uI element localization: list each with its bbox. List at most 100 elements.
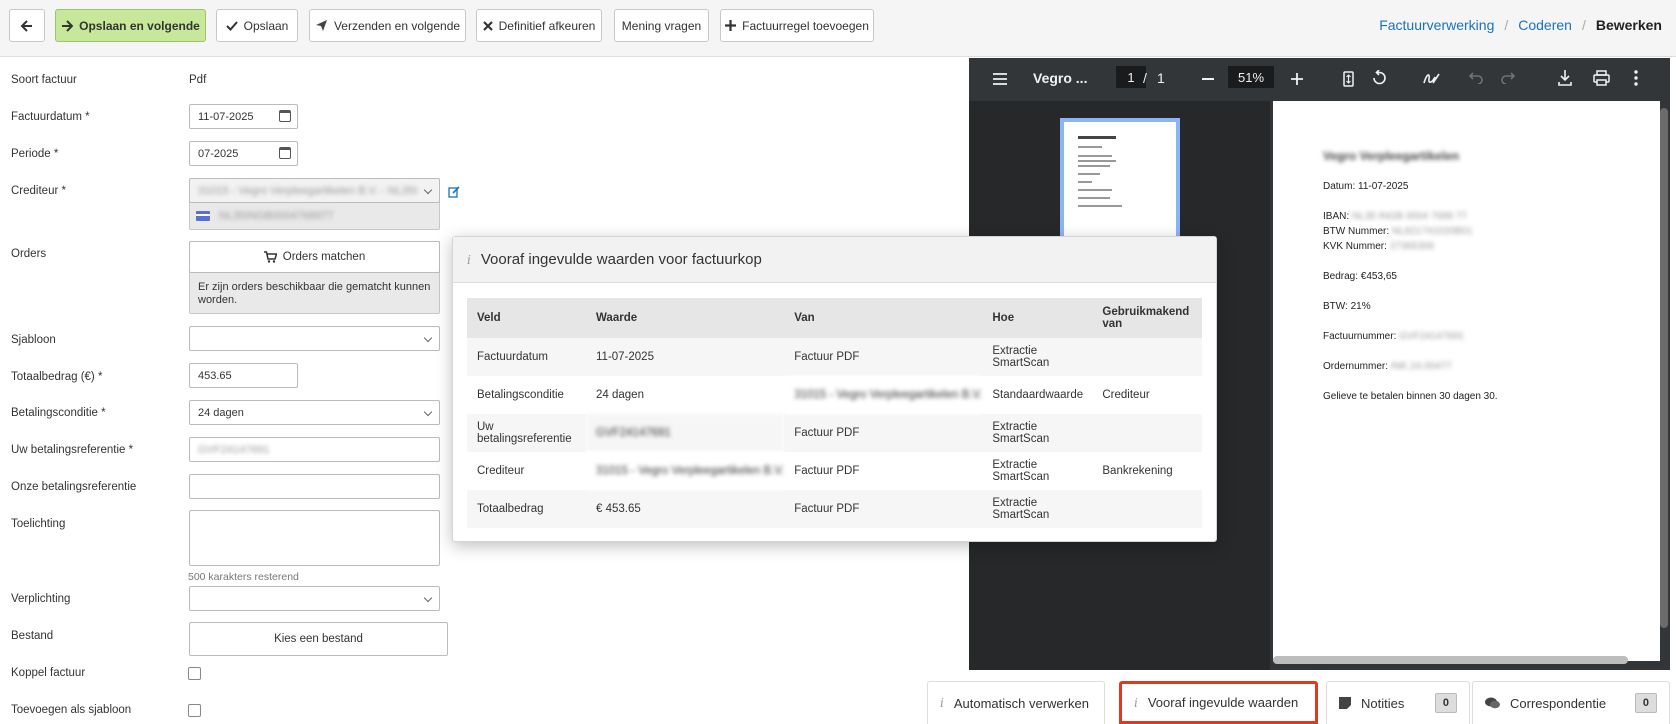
link-invoice-checkbox[interactable] [188, 667, 201, 680]
column-header: Waarde [586, 298, 785, 338]
cell-veld: Betalingsconditie [467, 376, 586, 414]
file-label: Bestand [11, 630, 54, 642]
fit-page-icon[interactable] [1343, 71, 1354, 87]
cell-gebruik [1092, 338, 1202, 376]
pdf-toolbar: Vegro ... 1 / 1 51% [969, 58, 1670, 101]
rotate-icon[interactable] [1371, 70, 1388, 87]
cell-waarde: € 453.65 [586, 490, 785, 528]
breadcrumb: Factuurverwerking / Coderen / Bewerken [1379, 17, 1662, 33]
more-options-icon[interactable] [1634, 70, 1638, 86]
table-row: Factuurdatum 11-07-2025 Factuur PDF Extr… [467, 338, 1202, 376]
table-row: Crediteur 31015 - Vegro Verpleegartikele… [467, 452, 1202, 490]
horizontal-scrollbar[interactable] [1273, 656, 1628, 664]
calendar-icon[interactable] [279, 147, 291, 159]
zoom-out-icon[interactable] [1202, 78, 1214, 80]
calendar-icon[interactable] [279, 110, 291, 122]
table-row: Totaalbedrag € 453.65 Factuur PDF Extrac… [467, 490, 1202, 528]
info-icon: i [1134, 695, 1138, 710]
correspondence-count-badge: 0 [1634, 693, 1657, 713]
notes-count-badge: 0 [1434, 693, 1457, 713]
vertical-scrollbar[interactable] [1660, 108, 1668, 628]
period-label: Periode * [11, 148, 59, 160]
note-label: Toelichting [11, 518, 66, 530]
draw-icon[interactable] [1423, 71, 1440, 86]
tab-notes[interactable]: Notities 0 [1326, 681, 1470, 724]
column-header: Van [784, 298, 983, 338]
arrow-left-icon [20, 19, 32, 32]
invoice-type-value: Pdf [189, 74, 207, 86]
cell-van: Factuur PDF [784, 338, 983, 376]
popover-header: i Vooraf ingevulde waarden voor factuurk… [453, 237, 1216, 283]
tab-prefilled-values[interactable]: i Vooraf ingevulde waarden [1119, 681, 1318, 724]
total-amount-label: Totaalbedrag (€) * [11, 371, 103, 383]
orders-match-label: Orders matchen [282, 251, 366, 263]
note-textarea[interactable] [189, 510, 440, 566]
add-invoice-line-button[interactable]: Factuurregel toevoegen [720, 9, 874, 42]
our-payment-reference-field[interactable] [189, 474, 440, 499]
creditor-label: Crediteur * [11, 185, 66, 197]
breadcrumb-factuurverwerking[interactable]: Factuurverwerking [1379, 17, 1494, 33]
page-count: 1 [1157, 70, 1165, 86]
cell-gebruik [1092, 414, 1202, 452]
pdf-order-number: Ordernummer: INK.24.00477 [1323, 361, 1452, 372]
zoom-in-icon[interactable] [1291, 73, 1303, 85]
save-and-next-button[interactable]: Opslaan en volgende [55, 9, 206, 42]
table-row: Uw betalingsreferentie GVF24147691 Factu… [467, 414, 1202, 452]
column-header: Gebruikmakend van [1092, 298, 1202, 338]
send-and-next-button[interactable]: Verzenden en volgende [309, 9, 466, 42]
reject-button[interactable]: Definitief afkeuren [476, 9, 602, 42]
template-select[interactable] [189, 326, 440, 351]
cell-gebruik: Bankrekening [1092, 452, 1202, 490]
page-number-input[interactable]: 1 [1116, 66, 1146, 88]
breadcrumb-current: Bewerken [1595, 17, 1662, 33]
orders-match-button[interactable]: Orders matchen [189, 241, 440, 273]
arrow-right-icon [62, 19, 74, 32]
cell-hoe: Extractie SmartScan [982, 338, 1093, 376]
cell-van: Factuur PDF [784, 452, 983, 490]
iban-value: NL35INGB0004768977 [219, 210, 334, 222]
cell-gebruik [1092, 490, 1202, 528]
prefilled-values-popover: i Vooraf ingevulde waarden voor factuurk… [452, 236, 1217, 542]
column-header: Hoe [982, 298, 1093, 338]
invoice-date-value: 11-07-2025 [198, 110, 254, 123]
payment-terms-select[interactable]: 24 dagen [189, 400, 440, 425]
cell-waarde: 11-07-2025 [586, 338, 785, 376]
tab-prefilled-values-label: Vooraf ingevulde waarden [1147, 695, 1299, 710]
redo-icon[interactable] [1501, 72, 1515, 84]
undo-icon[interactable] [1469, 72, 1483, 84]
choose-file-button[interactable]: Kies een bestand [189, 622, 448, 656]
print-icon[interactable] [1593, 70, 1610, 86]
cell-veld: Uw betalingsreferentie [467, 414, 586, 452]
pdf-amount: Bedrag: €453,65 [1323, 271, 1397, 282]
download-icon[interactable] [1558, 70, 1572, 86]
menu-icon[interactable] [993, 73, 1007, 85]
pdf-title: Vegro ... [1033, 70, 1088, 86]
ask-opinion-button[interactable]: Mening vragen [614, 9, 709, 42]
obligation-select[interactable] [189, 586, 440, 611]
edit-icon[interactable] [448, 186, 460, 198]
pdf-vat: BTW: 21% [1323, 301, 1371, 312]
cart-icon [263, 251, 277, 263]
zoom-level[interactable]: 51% [1228, 66, 1274, 88]
invoice-date-field[interactable]: 11-07-2025 [189, 104, 298, 129]
breadcrumb-coderen[interactable]: Coderen [1518, 17, 1572, 33]
sticky-note-icon [1339, 697, 1351, 709]
back-button[interactable] [9, 9, 45, 42]
tab-auto-process[interactable]: i Automatisch verwerken [927, 681, 1105, 724]
choose-file-label: Kies een bestand [274, 633, 363, 645]
period-field[interactable]: 07-2025 [189, 141, 298, 166]
our-payment-reference-label: Onze betalingsreferentie [11, 481, 137, 493]
creditor-group: 31015 - Vegro Verpleegartikelen B.V. - N… [189, 178, 440, 230]
your-payment-reference-field[interactable]: GVF24147691 [189, 437, 440, 462]
creditor-select[interactable]: 31015 - Vegro Verpleegartikelen B.V. - N… [189, 178, 440, 203]
cell-gebruik: Crediteur [1092, 376, 1202, 414]
cell-veld: Crediteur [467, 452, 586, 490]
bank-card-icon [196, 211, 210, 221]
save-button[interactable]: Opslaan [216, 9, 298, 42]
tab-correspondence[interactable]: Correspondentie 0 [1472, 681, 1670, 724]
add-as-template-checkbox[interactable] [188, 704, 201, 717]
cell-waarde: GVF24147691 [586, 414, 785, 452]
pdf-payment-instruction: Gelieve te betalen binnen 30 dagen 30. [1323, 391, 1498, 402]
total-amount-field[interactable]: 453.65 [189, 363, 298, 388]
pdf-invoice-number: Factuurnummer: GVF24147691 [1323, 331, 1465, 342]
